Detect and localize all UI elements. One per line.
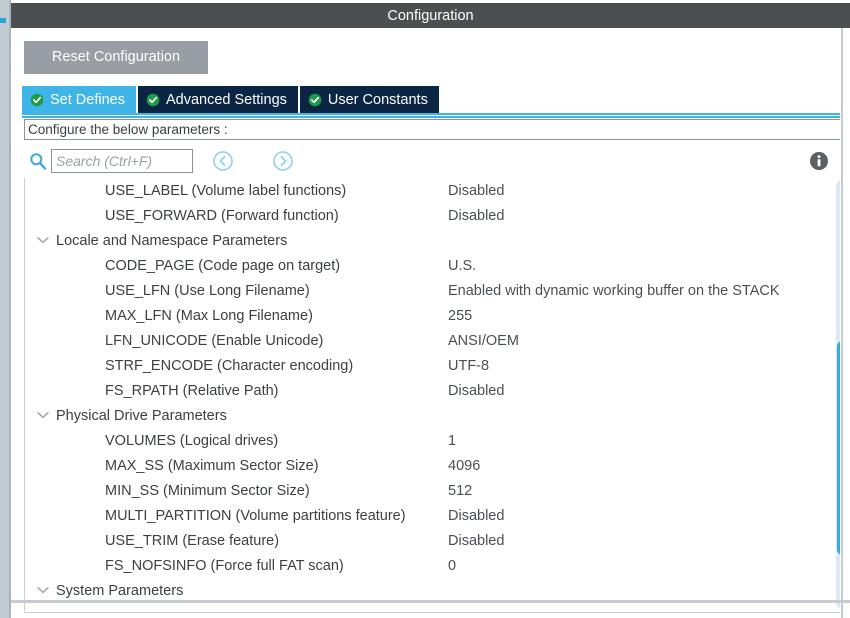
chevron-down-icon[interactable] (37, 411, 49, 419)
parameter-value[interactable]: 4096 (448, 458, 480, 474)
reset-configuration-button[interactable]: Reset Configuration (24, 41, 208, 74)
check-circle-icon (146, 93, 160, 106)
parameter-value[interactable]: Disabled (448, 208, 504, 224)
parameter-name: MAX_SS (Maximum Sector Size) (105, 457, 319, 474)
configure-parameters-label: Configure the below parameters : (28, 122, 228, 137)
parameter-row[interactable]: USE_LFN (Use Long Filename) Enabled with … (24, 278, 850, 303)
window-body: Reset Configuration Set Defines Advanced … (11, 28, 850, 618)
parameter-row[interactable]: USE_TRIM (Erase feature) Disabled (24, 528, 850, 553)
info-icon[interactable] (809, 151, 829, 171)
page-title: Configuration (387, 7, 474, 24)
search-input[interactable] (51, 149, 193, 173)
chevron-left-circle-icon[interactable] (212, 150, 234, 172)
tab-bar: Set Defines Advanced Settings User Constan… (22, 86, 503, 113)
configuration-window: Configuration Reset Configuration Set De… (0, 0, 850, 618)
parameter-name: FS_NOFSINFO (Force full FAT scan) (105, 557, 344, 574)
parameter-list-left-border (24, 178, 25, 611)
chevron-down-icon[interactable] (37, 586, 49, 594)
chevron-right-circle-icon[interactable] (272, 150, 294, 172)
parameter-value[interactable]: Disabled (448, 183, 504, 199)
parameter-value[interactable]: UTF-8 (448, 358, 489, 374)
parameter-value[interactable]: 0 (448, 558, 456, 574)
parameter-value[interactable]: 512 (448, 483, 472, 499)
tab-set-defines[interactable]: Set Defines (22, 86, 138, 113)
parameter-row[interactable]: LFN_UNICODE (Enable Unicode) ANSI/OEM (24, 328, 850, 353)
parameter-row[interactable]: MAX_SS (Maximum Sector Size) 4096 (24, 453, 850, 478)
parameter-value[interactable]: Enabled with dynamic working buffer on t… (448, 283, 780, 299)
parameter-name: MIN_SS (Minimum Sector Size) (105, 482, 310, 499)
tab-user-constants[interactable]: User Constants (299, 86, 439, 113)
parameter-row[interactable]: MIN_SS (Minimum Sector Size) 512 (24, 478, 850, 503)
parameter-row[interactable]: CODE_PAGE (Code page on target) U.S. (24, 253, 850, 278)
parameter-name: FS_RPATH (Relative Path) (105, 382, 279, 399)
parameter-group-label: System Parameters (56, 582, 184, 599)
parameter-name: USE_TRIM (Erase feature) (105, 532, 280, 549)
search-icon (29, 152, 47, 170)
tab-underline (22, 113, 850, 118)
configure-parameters-banner: Configure the below parameters : (24, 119, 850, 140)
parameter-group-row[interactable]: Locale and Namespace Parameters (24, 228, 850, 253)
chevron-down-icon[interactable] (37, 236, 49, 244)
window-bottom-frame (11, 600, 850, 603)
parameter-row[interactable]: USE_LABEL (Volume label functions) Disabl… (24, 178, 850, 203)
parameter-row[interactable]: STRF_ENCODE (Character encoding) UTF-8 (24, 353, 850, 378)
parameter-value[interactable]: Disabled (448, 533, 504, 549)
tab-advanced-settings[interactable]: Advanced Settings (137, 86, 300, 113)
parameter-row[interactable]: MULTI_PARTITION (Volume partitions featu… (24, 503, 850, 528)
parameter-value[interactable]: ANSI/OEM (448, 333, 519, 349)
window-title-bar: Configuration (11, 3, 850, 28)
parameter-row[interactable]: MAX_LFN (Max Long Filename) 255 (24, 303, 850, 328)
parameter-row[interactable]: FS_NOFSINFO (Force full FAT scan) 0 (24, 553, 850, 578)
tab-label: User Constants (327, 91, 428, 108)
parameter-name: USE_LFN (Use Long Filename) (105, 282, 310, 299)
parameter-name: USE_LABEL (Volume label functions) (105, 182, 347, 199)
check-circle-icon (308, 93, 322, 106)
parameter-list-bottom-border (24, 612, 850, 613)
parameter-group-label: Physical Drive Parameters (56, 407, 227, 424)
parameter-group-row[interactable]: Physical Drive Parameters (24, 403, 850, 428)
parameter-name: VOLUMES (Logical drives) (105, 432, 279, 449)
parameter-row[interactable]: VOLUMES (Logical drives) 1 (24, 428, 850, 453)
tab-label: Set Defines (50, 91, 125, 108)
left-accent-tick (0, 18, 6, 23)
parameter-row[interactable]: FS_RPATH (Relative Path) Disabled (24, 378, 850, 403)
parameter-value[interactable]: 1 (448, 433, 456, 449)
parameter-value[interactable]: 255 (448, 308, 472, 324)
parameter-name: USE_FORWARD (Forward function) (105, 207, 339, 224)
parameter-name: LFN_UNICODE (Enable Unicode) (105, 332, 324, 349)
check-circle-icon (30, 93, 44, 106)
search-toolbar (24, 146, 850, 178)
parameter-name: MULTI_PARTITION (Volume partitions featu… (105, 507, 406, 524)
parameter-name: MAX_LFN (Max Long Filename) (105, 307, 313, 324)
parameter-name: CODE_PAGE (Code page on target) (105, 257, 341, 274)
parameter-group-label: Locale and Namespace Parameters (56, 232, 288, 249)
tab-label: Advanced Settings (165, 91, 287, 108)
parameter-list[interactable]: USE_LABEL (Volume label functions) Disabl… (24, 178, 850, 611)
parameter-name: STRF_ENCODE (Character encoding) (105, 357, 354, 374)
window-right-frame-line (841, 28, 843, 618)
parameter-row[interactable]: USE_FORWARD (Forward function) Disabled (24, 203, 850, 228)
parameter-value[interactable]: Disabled (448, 383, 504, 399)
parameter-value[interactable]: U.S. (448, 258, 476, 274)
parameter-value[interactable]: Disabled (448, 508, 504, 524)
